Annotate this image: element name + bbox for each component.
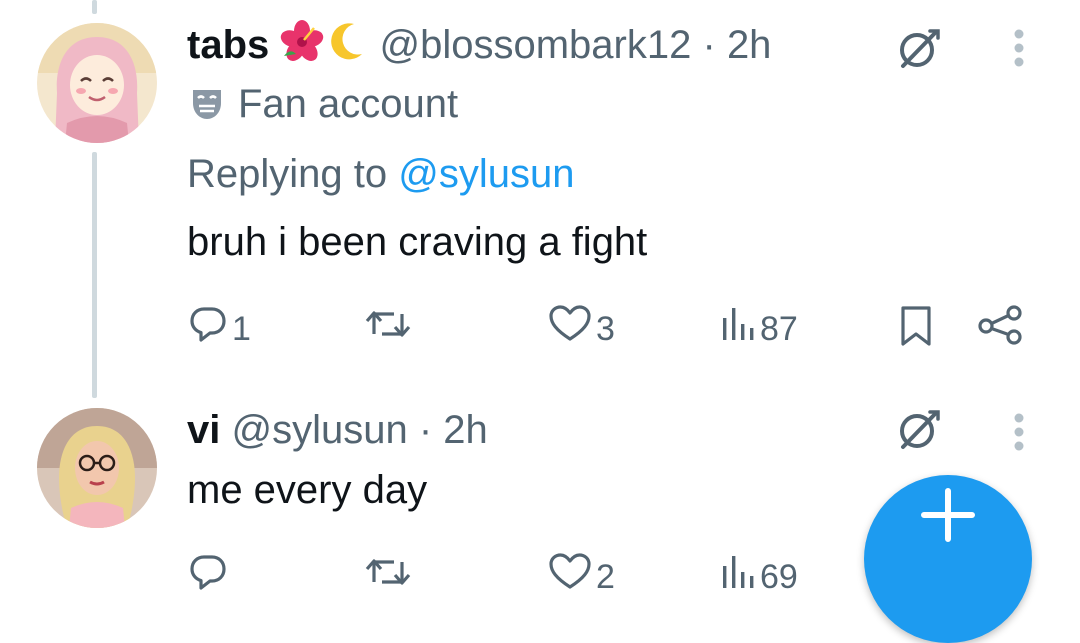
label-text: Fan account [238, 82, 459, 126]
share-icon [978, 304, 1024, 355]
timestamp[interactable]: 2h [727, 23, 772, 67]
compose-plus-icon [920, 487, 976, 548]
separator-dot: · [702, 23, 716, 67]
views-icon [720, 552, 756, 601]
reply-button[interactable] [188, 552, 232, 601]
reply-icon [188, 304, 228, 353]
reply-icon [188, 552, 228, 601]
like-count: 3 [596, 309, 615, 348]
user-handle[interactable]: @sylusun [231, 408, 407, 452]
reply-button[interactable]: 1 [188, 304, 251, 353]
retweet-icon [364, 552, 412, 601]
like-icon [548, 304, 592, 353]
retweet-button[interactable] [364, 552, 416, 601]
like-button[interactable]: 2 [548, 552, 615, 601]
avatar-vi[interactable] [37, 408, 157, 528]
retweet-icon [364, 304, 412, 353]
views-icon [720, 304, 756, 353]
replying-prefix: Replying to [187, 152, 388, 196]
hibiscus-icon [280, 20, 324, 75]
automated-label: Fan account [190, 80, 458, 132]
views-button[interactable]: 87 [720, 304, 798, 353]
avatar-image [37, 23, 157, 143]
thread-connector-top [92, 0, 97, 14]
tweet-text: me every day [187, 468, 428, 512]
replying-mention[interactable]: @sylusun [398, 152, 574, 196]
share-button[interactable] [978, 304, 1024, 355]
bookmark-icon [898, 304, 934, 357]
more-icon[interactable] [1012, 412, 1026, 457]
view-count: 69 [760, 557, 798, 596]
tweet-text: bruh i been craving a fight [187, 220, 648, 264]
compose-button[interactable] [864, 475, 1032, 643]
display-name[interactable]: vi [187, 408, 220, 452]
theater-mask-icon [190, 84, 224, 132]
grok-icon[interactable] [896, 26, 942, 77]
replying-to: Replying to @sylusun [187, 150, 574, 198]
user-handle[interactable]: @blossombark12 [380, 23, 692, 67]
thread-connector [92, 152, 97, 398]
separator-dot: · [418, 408, 433, 452]
views-button[interactable]: 69 [720, 552, 798, 601]
grok-icon[interactable] [896, 407, 942, 458]
reply-count: 1 [232, 309, 251, 348]
like-count: 2 [596, 557, 615, 596]
tweet-header: vi @sylusun · 2h [187, 406, 488, 454]
display-name[interactable]: tabs [187, 23, 269, 67]
more-icon[interactable] [1012, 28, 1026, 73]
like-button[interactable]: 3 [548, 304, 615, 353]
avatar-tabs[interactable] [37, 23, 157, 143]
tweet-header: tabs @blossombark12 · 2h [187, 20, 771, 75]
timestamp[interactable]: 2h [443, 408, 488, 452]
avatar-image [37, 408, 157, 528]
retweet-button[interactable] [364, 304, 416, 353]
like-icon [548, 552, 592, 601]
bookmark-button[interactable] [898, 304, 934, 357]
view-count: 87 [760, 309, 798, 348]
crescent-moon-icon [324, 20, 368, 75]
